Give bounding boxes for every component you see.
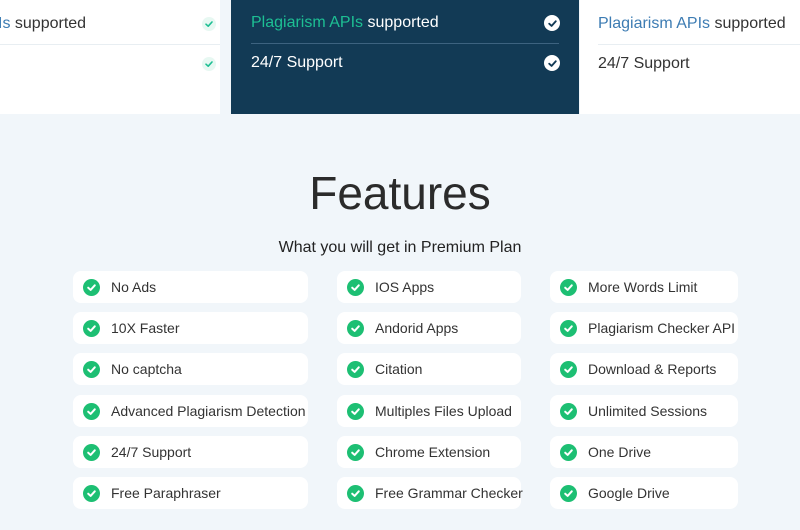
pricing-feature-text: Plagiarism APIs supported [598,15,786,33]
feature-item: Advanced Plagiarism Detection [73,395,308,427]
feature-label: Unlimited Sessions [588,403,708,419]
check-icon [544,55,560,71]
feature-item: Unlimited Sessions [550,395,738,427]
feature-label: 10X Faster [111,320,180,336]
feature-label: Google Drive [588,485,670,501]
feature-suffix: supported [363,14,439,31]
pricing-feature-text: Is supported [0,15,86,33]
check-circle-icon [560,278,577,296]
feature-item: Download & Reports [550,353,738,385]
features-title: Features [309,167,491,219]
feature-item: Chrome Extension [337,436,521,468]
check-circle-icon [83,484,100,502]
feature-label: Citation [375,361,423,377]
check-circle-icon [560,443,577,461]
feature-item: Multiples Files Upload [337,395,521,427]
check-circle-icon [347,443,364,461]
feature-item: Plagiarism Checker API [550,312,738,344]
check-icon [544,15,560,31]
feature-label: One Drive [588,444,652,460]
pricing-row: 24/7 Support [598,44,800,84]
highlight-text: Is [0,15,11,32]
check-circle-icon [560,402,577,420]
feature-label: Multiples Files Upload [375,403,512,419]
feature-suffix: supported [10,15,87,32]
feature-item: 10X Faster [73,312,308,344]
feature-label: Free Grammar Checker [375,485,523,501]
feature-label: IOS Apps [375,279,435,295]
pricing-row [0,44,220,84]
feature-item: No captcha [73,353,308,385]
feature-label: Download & Reports [588,361,717,377]
check-circle-icon [83,278,100,296]
check-circle-icon [560,319,577,337]
check-icon [202,57,216,71]
feature-item: Citation [337,353,521,385]
feature-item: One Drive [550,436,738,468]
check-icon [202,17,216,31]
feature-item: No Ads [73,271,308,303]
pricing-column-left: Is supported [0,0,220,114]
feature-item: Google Drive [550,477,738,509]
check-circle-icon [347,360,364,378]
feature-label: No captcha [111,361,182,377]
features-subtitle: What you will get in Premium Plan [278,239,522,256]
check-circle-icon [347,484,364,502]
feature-suffix: supported [710,15,786,32]
pricing-row: 24/7 Support [251,43,560,83]
check-circle-icon [83,319,100,337]
check-circle-icon [83,443,100,461]
pricing-row: Is supported [0,4,220,45]
feature-item: Andorid Apps [337,312,521,344]
feature-item: More Words Limit [550,271,738,303]
feature-item: 24/7 Support [73,436,308,468]
feature-label: More Words Limit [588,279,698,295]
check-circle-icon [83,402,100,420]
pricing-feature-text: 24/7 Support [598,55,690,72]
feature-item: Free Paraphraser [73,477,308,509]
highlight-text: Plagiarism APIs [251,14,364,31]
check-circle-icon [347,319,364,337]
feature-label: No Ads [111,279,157,295]
feature-label: 24/7 Support [111,444,192,460]
feature-item: Free Grammar Checker [337,477,523,509]
check-circle-icon [347,278,364,296]
check-circle-icon [83,360,100,378]
feature-label: Chrome Extension [375,444,491,460]
pricing-feature-text: 24/7 Support [251,54,343,71]
feature-label: Plagiarism Checker API [588,320,736,336]
feature-label: Free Paraphraser [111,485,221,501]
check-circle-icon [560,360,577,378]
highlight-text: Plagiarism APIs [598,15,711,32]
check-circle-icon [347,402,364,420]
pricing-column-premium: Plagiarism APIs supported 24/7 Support [231,0,579,114]
pricing-column-right: Plagiarism APIs supported 24/7 Support [580,0,800,114]
pricing-feature-text: Plagiarism APIs supported [251,14,439,32]
feature-item: IOS Apps [337,271,521,303]
pricing-strip: Is supported Plagiarism APIs supported 2… [0,0,800,114]
feature-label: Andorid Apps [375,320,459,336]
feature-label: Advanced Plagiarism Detection [111,403,306,419]
check-circle-icon [560,484,577,502]
pricing-row: Plagiarism APIs supported [251,3,560,44]
pricing-row: Plagiarism APIs supported [598,4,800,45]
